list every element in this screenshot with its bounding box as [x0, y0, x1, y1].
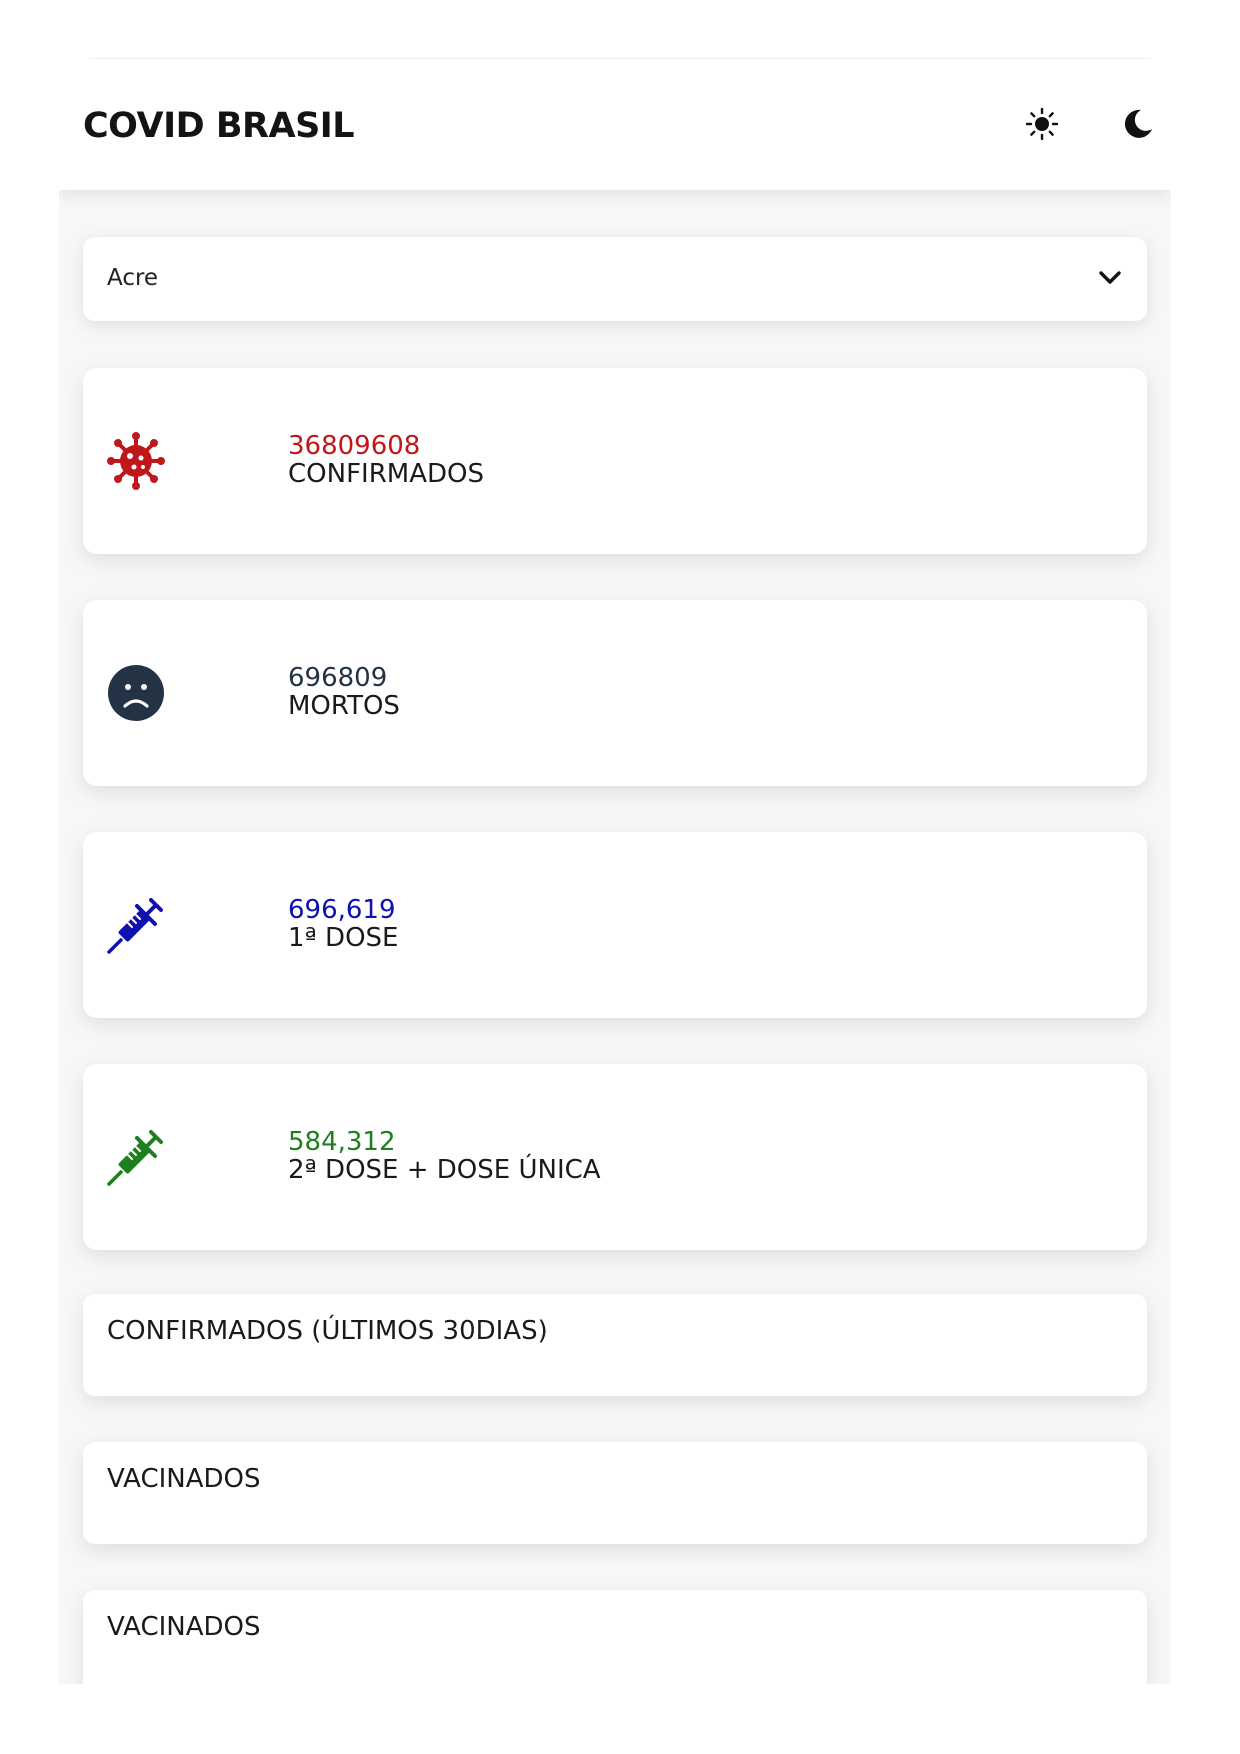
- section-title: CONFIRMADOS (ÚLTIMOS 30DIAS): [107, 1316, 548, 1346]
- deaths-text: 696809 MORTOS: [288, 664, 400, 720]
- first-dose-card: 696,619 1ª DOSE: [83, 832, 1147, 1018]
- first-dose-text: 696,619 1ª DOSE: [288, 896, 398, 952]
- deaths-card: 696809 MORTOS: [83, 600, 1147, 786]
- vaccinated-section-2: VACINADOS: [83, 1590, 1147, 1684]
- second-dose-card: 584,312 2ª DOSE + DOSE ÚNICA: [83, 1064, 1147, 1250]
- section-title: VACINADOS: [107, 1612, 261, 1642]
- syringe-icon: [107, 898, 163, 954]
- virus-icon: [107, 432, 165, 490]
- vaccinated-section: VACINADOS: [83, 1442, 1147, 1544]
- sad-face-icon: [108, 665, 164, 721]
- confirmed-text: 36809608 CONFIRMADOS: [288, 432, 484, 488]
- sun-icon: [1025, 107, 1059, 141]
- deaths-label: MORTOS: [288, 691, 400, 721]
- state-select-value: Acre: [107, 265, 159, 291]
- app-header: COVID BRASIL: [59, 58, 1171, 190]
- second-dose-count: 584,312: [288, 1127, 396, 1157]
- deaths-count: 696809: [288, 663, 388, 693]
- header-divider: [89, 58, 1151, 59]
- confirmed-label: CONFIRMADOS: [288, 459, 484, 489]
- app-title: COVID BRASIL: [83, 106, 355, 146]
- first-dose-label: 1ª DOSE: [288, 923, 399, 953]
- section-title: VACINADOS: [107, 1464, 261, 1494]
- state-select[interactable]: Acre: [83, 237, 1147, 321]
- syringe-icon: [107, 1130, 163, 1186]
- confirmed-card: 36809608 CONFIRMADOS: [83, 368, 1147, 554]
- moon-icon: [1124, 109, 1152, 138]
- first-dose-count: 696,619: [288, 895, 396, 925]
- second-dose-text: 584,312 2ª DOSE + DOSE ÚNICA: [288, 1128, 601, 1184]
- confirmed-30-days-section: CONFIRMADOS (ÚLTIMOS 30DIAS): [83, 1294, 1147, 1396]
- chevron-down-icon: [1099, 271, 1121, 284]
- light-theme-button[interactable]: [1020, 102, 1064, 146]
- app-container: COVID BRASIL Acre 36809608 CONFIRMADOS 6…: [59, 58, 1171, 1684]
- dark-theme-button[interactable]: [1116, 102, 1160, 146]
- confirmed-count: 36809608: [288, 431, 421, 461]
- second-dose-label: 2ª DOSE + DOSE ÚNICA: [288, 1155, 601, 1185]
